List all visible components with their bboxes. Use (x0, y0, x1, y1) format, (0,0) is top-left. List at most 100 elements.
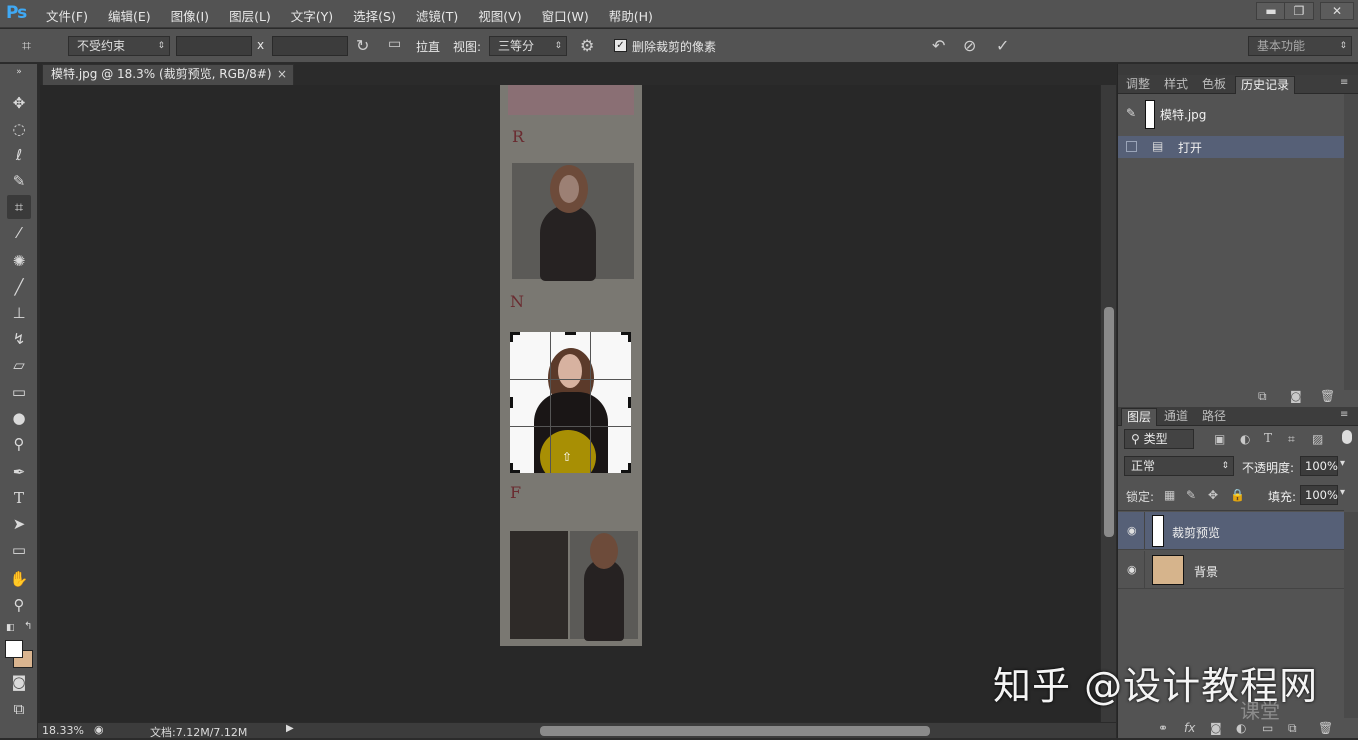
filter-toggle[interactable] (1342, 430, 1352, 444)
crop-handle-top-left[interactable] (510, 332, 513, 342)
opacity-field[interactable]: 100% (1300, 456, 1338, 476)
blend-mode-select[interactable]: 正常 ⇕ (1124, 456, 1234, 476)
fill-field[interactable]: 100% (1300, 485, 1338, 505)
quick-selection-tool-icon[interactable]: ✎ (7, 169, 31, 193)
link-layers-icon[interactable]: ⚭ (1158, 721, 1168, 735)
minimize-button[interactable]: ▬ (1256, 2, 1286, 20)
tab-paths[interactable]: 路径 (1197, 408, 1231, 426)
eye-icon[interactable]: ◉ (1127, 563, 1137, 576)
healing-tool-icon[interactable]: ✺ (7, 249, 31, 273)
filter-shape-icon[interactable]: ⌗ (1288, 432, 1295, 447)
menu-window[interactable]: 窗口(W) (542, 6, 589, 25)
view-overlay-select[interactable]: 三等分 ⇕ (489, 36, 567, 56)
tab-channels[interactable]: 通道 (1159, 408, 1193, 426)
cancel-icon[interactable]: ⊘ (963, 36, 976, 55)
crop-handle-top-right[interactable] (628, 332, 631, 342)
lock-all-icon[interactable]: 🔒 (1230, 488, 1245, 502)
crop-handle-right[interactable] (628, 397, 631, 408)
close-button[interactable]: ✕ (1320, 2, 1354, 20)
menu-select[interactable]: 选择(S) (353, 6, 396, 25)
filter-pixel-icon[interactable]: ▣ (1214, 432, 1225, 446)
menu-file[interactable]: 文件(F) (46, 6, 88, 25)
new-layer-icon[interactable]: ⧉ (1288, 721, 1297, 736)
layers-scrollbar[interactable] (1344, 512, 1358, 718)
crop-handle-bottom-left[interactable] (510, 463, 513, 473)
lock-transparent-icon[interactable]: ▦ (1164, 488, 1175, 502)
dodge-tool-icon[interactable]: ⚲ (7, 432, 31, 456)
horizontal-scroll-thumb[interactable] (540, 726, 930, 736)
tab-adjustments[interactable]: 调整 (1121, 76, 1155, 94)
tab-history[interactable]: 历史记录 (1235, 76, 1296, 94)
workspace-select[interactable]: 基本功能 ⇕ (1248, 36, 1352, 56)
history-scrollbar[interactable] (1344, 94, 1358, 390)
close-tab-icon[interactable]: × (277, 65, 287, 84)
default-colors-icon[interactable]: ◧ (6, 623, 15, 633)
tab-layers[interactable]: 图层 (1121, 408, 1158, 426)
swap-colors-icon[interactable]: ↰ (24, 621, 32, 632)
history-snapshot[interactable]: ✎ 模特.jpg (1118, 96, 1344, 132)
swap-dimensions-icon[interactable]: ↻ (356, 36, 369, 55)
layer-row-background[interactable]: ◉ 背景 (1118, 551, 1344, 589)
menu-help[interactable]: 帮助(H) (609, 6, 653, 25)
canvas-area[interactable]: R N F ⇧ (40, 85, 1100, 722)
type-tool-icon[interactable]: T (7, 486, 31, 510)
quick-mask-icon[interactable]: ◙ (7, 670, 31, 694)
tab-styles[interactable]: 样式 (1159, 76, 1193, 94)
new-document-from-state-icon[interactable]: ⧉ (1258, 389, 1267, 404)
lock-pixels-icon[interactable]: ✎ (1186, 488, 1196, 502)
straighten-label[interactable]: 拉直 (416, 38, 440, 55)
crop-tool-icon[interactable]: ⌗ (7, 195, 31, 219)
fill-dropdown-icon[interactable]: ▾ (1340, 487, 1345, 498)
panel-collapse-icon[interactable]: » (7, 66, 31, 78)
blur-tool-icon[interactable]: ● (7, 406, 31, 430)
panel-menu-icon[interactable]: ≡ (1340, 409, 1348, 420)
lasso-tool-icon[interactable]: ℓ (7, 143, 31, 167)
fx-icon[interactable]: fx (1184, 721, 1195, 735)
crop-handle-left[interactable] (510, 397, 513, 408)
layer-name[interactable]: 背景 (1194, 563, 1218, 580)
vertical-scrollbar[interactable] (1100, 85, 1116, 722)
screen-mode-icon[interactable]: ⧉ (7, 697, 31, 721)
status-icon[interactable]: ◉ (94, 723, 104, 736)
menu-type[interactable]: 文字(Y) (291, 6, 333, 25)
menu-filter[interactable]: 滤镜(T) (416, 6, 458, 25)
eye-icon[interactable]: ◉ (1127, 524, 1137, 537)
move-tool-icon[interactable]: ✥ (7, 91, 31, 115)
width-field[interactable] (176, 36, 252, 56)
crop-handle-top[interactable] (565, 332, 576, 335)
crop-handle-bottom-right[interactable] (628, 463, 631, 473)
camera-icon[interactable]: ◙ (1290, 389, 1302, 403)
rectangle-tool-icon[interactable]: ▭ (7, 538, 31, 562)
commit-icon[interactable]: ✓ (996, 36, 1009, 55)
trash-icon[interactable]: 🗑 (1318, 721, 1333, 735)
eyedropper-tool-icon[interactable]: ⁄ (7, 221, 31, 245)
document-tab[interactable]: 模特.jpg @ 18.3% (裁剪预览, RGB/8#) × (42, 64, 294, 85)
marquee-tool-icon[interactable]: ◌ (7, 117, 31, 141)
reset-icon[interactable]: ↶ (932, 36, 945, 55)
add-mask-icon[interactable]: ◙ (1210, 721, 1222, 735)
crop-box[interactable]: ⇧ (510, 332, 631, 473)
opacity-dropdown-icon[interactable]: ▾ (1340, 458, 1345, 469)
zoom-level[interactable]: 18.33% (42, 724, 84, 737)
delete-cropped-checkbox[interactable]: ✓ (614, 39, 627, 52)
gradient-tool-icon[interactable]: ▭ (7, 380, 31, 404)
lock-position-icon[interactable]: ✥ (1208, 488, 1218, 502)
crop-tool-preset-icon[interactable]: ⌗ (22, 36, 31, 56)
menu-layer[interactable]: 图层(L) (229, 6, 271, 25)
restore-button[interactable]: ❐ (1284, 2, 1314, 20)
straighten-icon[interactable]: ▭ (388, 36, 401, 52)
filter-smart-object-icon[interactable]: ▨ (1312, 432, 1323, 446)
ratio-select[interactable]: 不受约束 ⇕ (68, 36, 170, 56)
layer-filter-select[interactable]: ⚲ 类型 (1124, 429, 1194, 449)
filter-type-icon[interactable]: T (1264, 431, 1272, 445)
hand-tool-icon[interactable]: ✋ (7, 567, 31, 591)
history-state[interactable]: ▤ 打开 (1118, 136, 1344, 158)
menu-edit[interactable]: 编辑(E) (108, 6, 151, 25)
status-menu-arrow-icon[interactable]: ▶ (286, 723, 294, 734)
vertical-scroll-thumb[interactable] (1104, 307, 1114, 537)
brush-tool-icon[interactable]: ╱ (7, 275, 31, 299)
history-source-checkbox[interactable] (1126, 141, 1137, 152)
zoom-tool-icon[interactable]: ⚲ (7, 593, 31, 617)
layer-name[interactable]: 裁剪预览 (1172, 524, 1220, 541)
pen-tool-icon[interactable]: ✒ (7, 460, 31, 484)
